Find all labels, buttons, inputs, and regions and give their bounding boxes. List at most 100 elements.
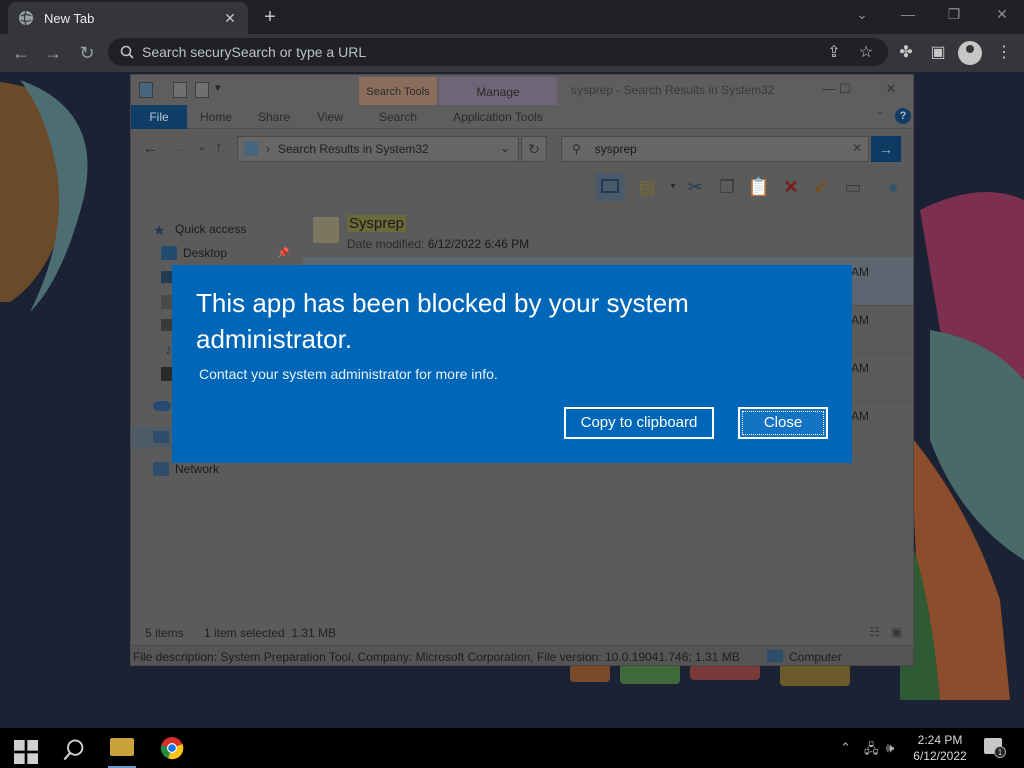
help-icon[interactable]: ?: [895, 108, 911, 124]
folder-icon: [313, 217, 339, 243]
up-icon[interactable]: ↑: [215, 139, 223, 156]
chevron-right-icon: ›: [266, 142, 270, 156]
close-button[interactable]: Close: [738, 407, 828, 439]
browser-toolbar: ← → ↻ Search securySearch or type a URL …: [0, 34, 1024, 72]
forward-icon[interactable]: →: [42, 42, 64, 64]
item-count: 5 items: [145, 626, 184, 640]
nav-quick-access[interactable]: ★ Quick access: [153, 219, 246, 239]
reload-icon[interactable]: ↻: [76, 42, 98, 64]
copy-icon[interactable]: ❐: [715, 175, 739, 199]
tab-share[interactable]: Share: [249, 105, 299, 129]
location-label: Computer: [789, 650, 842, 664]
row-time-suffix: AM: [851, 265, 869, 279]
cut-icon[interactable]: ✂: [683, 175, 707, 199]
search-icon: [120, 45, 134, 59]
new-folder-icon[interactable]: [195, 82, 209, 98]
plus-icon[interactable]: +: [260, 6, 280, 29]
computer-icon: [153, 431, 169, 443]
browser-chrome: New Tab ✕ + ⌄ — ❐ ✕ ← → ↻ Search securyS…: [0, 0, 1024, 72]
preview-pane-icon[interactable]: [595, 173, 625, 201]
large-icons-view-icon[interactable]: ▣: [891, 625, 902, 639]
dialog-title: This app has been blocked by your system…: [196, 288, 689, 354]
chevron-up-icon[interactable]: ⌃: [875, 109, 885, 123]
result-sysprep-meta: Date modified: 6/12/2022 6:46 PM: [347, 237, 530, 251]
taskbar: ⌃ 🖧 🕪 2:24 PM 6/12/2022 1: [0, 728, 1024, 768]
network-icon[interactable]: 🖧: [864, 740, 879, 762]
rename-icon[interactable]: ▭: [841, 175, 865, 199]
file-description: File description: System Preparation Too…: [133, 650, 740, 664]
search-icon[interactable]: [62, 738, 86, 762]
omnibox[interactable]: Search securySearch or type a URL: [108, 38, 888, 66]
go-arrow-icon[interactable]: →: [871, 136, 901, 162]
chrome-icon[interactable]: [160, 736, 184, 760]
music-icon[interactable]: ♪: [165, 341, 172, 357]
notification-count: 1: [994, 746, 1006, 758]
computer-icon: [767, 650, 783, 662]
chevron-down-icon[interactable]: ⌄: [500, 141, 510, 155]
tab-title: New Tab: [44, 10, 95, 26]
details-bar: File description: System Preparation Too…: [131, 645, 913, 665]
search-location-icon: [244, 142, 258, 156]
restore-icon[interactable]: ❐: [944, 6, 964, 23]
maximize-icon[interactable]: ☐: [835, 81, 855, 97]
address-field[interactable]: › Search Results in System32 ⌄: [237, 136, 519, 162]
details-view-icon[interactable]: ☷: [869, 625, 880, 639]
onedrive-icon[interactable]: [153, 401, 171, 411]
tab-file[interactable]: File: [131, 105, 187, 129]
clear-search-icon[interactable]: ✕: [852, 141, 862, 155]
search-box[interactable]: ⚲ sysprep ✕: [561, 136, 869, 162]
tab-application-tools[interactable]: Application Tools: [439, 105, 557, 129]
star-icon[interactable]: ☆: [856, 43, 876, 63]
close-icon[interactable]: ✕: [881, 81, 901, 97]
window-close-icon[interactable]: ✕: [992, 6, 1012, 23]
chevron-up-icon[interactable]: ⌃: [840, 740, 851, 756]
refresh-icon[interactable]: ↻: [521, 136, 547, 162]
recent-locations-icon[interactable]: ⌄: [197, 140, 206, 153]
share-icon[interactable]: ⇪: [824, 43, 844, 63]
back-icon[interactable]: ←: [143, 140, 158, 157]
minimize-icon[interactable]: —: [898, 6, 918, 22]
context-tab-search-tools: Search Tools: [359, 77, 437, 107]
status-bar: 5 items 1 item selected 1.31 MB ☷ ▣: [131, 623, 913, 643]
tab-search[interactable]: Search: [359, 105, 437, 129]
delete-icon[interactable]: ✕: [779, 175, 803, 199]
windows-start-icon[interactable]: [14, 740, 38, 764]
wallpaper-right-shape: [900, 192, 1024, 700]
extensions-icon[interactable]: ✤: [896, 43, 916, 63]
paste-icon[interactable]: 📋: [747, 175, 771, 199]
nav-desktop[interactable]: Desktop 📌: [161, 243, 289, 263]
back-icon[interactable]: ←: [10, 42, 32, 64]
tab-home[interactable]: Home: [191, 105, 241, 129]
forward-icon[interactable]: →: [171, 140, 186, 157]
properties-icon[interactable]: ▤: [635, 175, 659, 199]
clock-date: 6/12/2022: [913, 749, 967, 763]
result-sysprep-name[interactable]: Sysprep: [347, 215, 407, 232]
desktop-icon: [161, 246, 177, 260]
explorer-window-title: sysprep - Search Results in System32: [571, 83, 775, 97]
properties-icon[interactable]: [173, 82, 187, 98]
browser-tab[interactable]: New Tab ✕: [8, 2, 248, 34]
file-explorer-taskbar-button[interactable]: [108, 728, 136, 768]
clock-time: 2:24 PM: [917, 733, 963, 747]
clock[interactable]: 2:24 PM 6/12/2022: [908, 732, 972, 764]
sidepanel-icon[interactable]: ▣: [928, 43, 948, 63]
profile-icon[interactable]: [958, 41, 982, 65]
dropdown-arrow-icon[interactable]: ▾: [661, 175, 685, 199]
customize-qat-icon[interactable]: ▾: [215, 81, 221, 94]
copy-to-clipboard-button[interactable]: Copy to clipboard: [564, 407, 714, 439]
volume-icon[interactable]: 🕪: [886, 740, 894, 756]
tab-strip: New Tab ✕ + ⌄ — ❐ ✕: [0, 0, 1024, 34]
star-icon: ★: [153, 222, 166, 238]
globe-icon[interactable]: ●: [881, 175, 905, 199]
close-icon[interactable]: ✕: [222, 10, 238, 27]
wallpaper-bottom-shape: [570, 664, 850, 686]
app-blocked-dialog: This app has been blocked by your system…: [172, 265, 852, 463]
pin-icon[interactable]: 📌: [277, 248, 289, 259]
checkmark-icon[interactable]: ✓: [809, 175, 833, 199]
this-pc-highlight[interactable]: [131, 427, 171, 449]
notification-center-icon[interactable]: 1: [984, 738, 1006, 758]
tab-view[interactable]: View: [307, 105, 353, 129]
chevron-down-icon[interactable]: ⌄: [852, 6, 872, 23]
menu-icon[interactable]: ⋮: [994, 43, 1014, 63]
ribbon-tabs: File Home Share View Search Application …: [131, 105, 913, 129]
